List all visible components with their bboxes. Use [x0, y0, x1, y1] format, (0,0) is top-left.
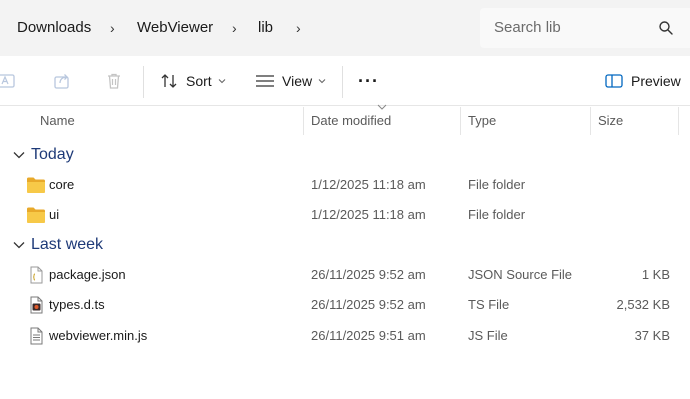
file-type: TS File — [468, 297, 510, 312]
search-box[interactable]: Search lib — [480, 8, 690, 48]
column-header-type[interactable]: Type — [468, 107, 496, 135]
file-row[interactable]: webviewer.min.js 26/11/2025 9:51 am JS F… — [0, 321, 690, 351]
file-row[interactable]: package.json 26/11/2025 9:52 am JSON Sou… — [0, 260, 690, 290]
more-icon: ··· — [358, 71, 379, 91]
delete-icon[interactable] — [104, 71, 124, 91]
view-label: View — [282, 73, 313, 89]
file-size: 37 KB — [634, 328, 670, 343]
column-divider[interactable] — [678, 107, 679, 135]
column-divider[interactable] — [303, 107, 304, 135]
share-icon[interactable] — [52, 71, 72, 91]
file-size: 1 KB — [641, 267, 670, 282]
group-header-last-week[interactable]: Last week — [0, 233, 690, 257]
column-header-size[interactable]: Size — [598, 107, 623, 135]
sort-icon — [161, 74, 177, 88]
preview-label: Preview — [631, 73, 681, 89]
file-date-modified: 26/11/2025 9:51 am — [311, 328, 426, 343]
chevron-right-icon[interactable]: › — [110, 18, 115, 38]
search-input[interactable]: Search lib — [494, 19, 561, 37]
file-type: File folder — [468, 207, 526, 222]
group-header-today[interactable]: Today — [0, 143, 690, 167]
chevron-down-icon[interactable] — [13, 151, 25, 159]
sort-button[interactable]: Sort — [160, 69, 226, 93]
column-header-name[interactable]: Name — [40, 107, 75, 135]
breadcrumb-downloads[interactable]: Downloads — [17, 18, 91, 38]
toolbar-divider — [342, 66, 343, 98]
file-name: core — [49, 177, 75, 192]
file-name: ui — [49, 207, 60, 222]
file-date-modified: 1/12/2025 11:18 am — [311, 207, 426, 222]
file-type: File folder — [468, 177, 526, 192]
file-type: JSON Source File — [468, 267, 573, 282]
breadcrumb-lib[interactable]: lib — [258, 18, 273, 38]
file-row[interactable]: types.d.ts 26/11/2025 9:52 am TS File 2,… — [0, 290, 690, 320]
preview-pane-button[interactable]: Preview — [605, 69, 681, 93]
column-header-date-modified[interactable]: Date modified — [311, 107, 391, 135]
group-label: Last week — [31, 236, 104, 253]
address-bar: Downloads › WebViewer › lib › Search lib — [0, 0, 690, 56]
js-file-icon — [30, 327, 43, 345]
view-icon — [256, 75, 274, 87]
rename-icon[interactable] — [0, 71, 20, 91]
chevron-down-icon[interactable] — [13, 241, 25, 249]
see-more-button[interactable]: ··· — [358, 69, 379, 93]
preview-pane-icon — [605, 74, 623, 88]
chevron-down-icon — [318, 79, 326, 84]
column-headers: Name Date modified Type Size — [0, 104, 690, 135]
toolbar-divider — [143, 66, 144, 98]
group-label: Today — [31, 146, 74, 163]
column-divider[interactable] — [590, 107, 591, 135]
sort-label: Sort — [186, 73, 212, 89]
file-row[interactable]: ui 1/12/2025 11:18 am File folder — [0, 200, 690, 230]
json-file-icon — [30, 266, 43, 284]
folder-icon — [27, 177, 45, 193]
breadcrumb-webviewer[interactable]: WebViewer — [137, 18, 213, 38]
search-icon[interactable] — [658, 20, 674, 36]
chevron-right-icon[interactable]: › — [296, 18, 301, 38]
file-name: webviewer.min.js — [49, 328, 148, 343]
file-type: JS File — [468, 328, 508, 343]
chevron-down-icon — [218, 79, 226, 84]
file-date-modified: 26/11/2025 9:52 am — [311, 267, 426, 282]
folder-icon — [27, 207, 45, 223]
breadcrumb: Downloads › WebViewer › lib › — [0, 0, 474, 56]
ts-file-icon — [30, 296, 43, 314]
command-bar: Sort View ··· Preview — [0, 56, 690, 106]
file-size: 2,532 KB — [616, 297, 671, 312]
file-date-modified: 1/12/2025 11:18 am — [311, 177, 426, 192]
file-row[interactable]: core 1/12/2025 11:18 am File folder — [0, 170, 690, 200]
column-divider[interactable] — [460, 107, 461, 135]
file-name: package.json — [49, 267, 126, 282]
file-name: types.d.ts — [49, 297, 105, 312]
view-button[interactable]: View — [255, 69, 326, 93]
file-date-modified: 26/11/2025 9:52 am — [311, 297, 426, 312]
chevron-right-icon[interactable]: › — [232, 18, 237, 38]
